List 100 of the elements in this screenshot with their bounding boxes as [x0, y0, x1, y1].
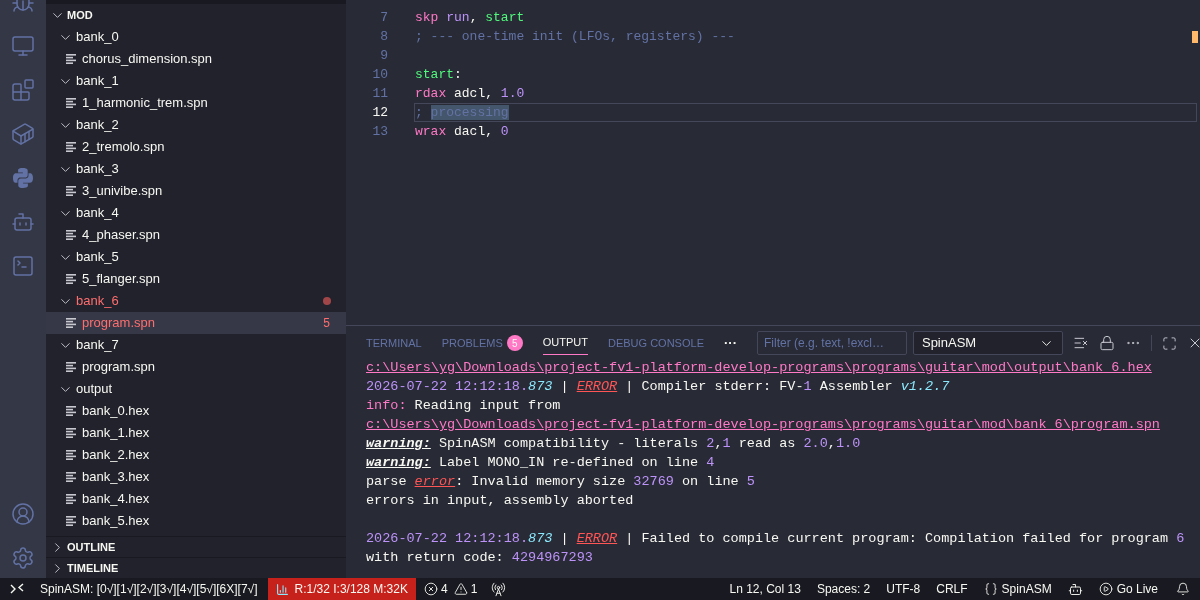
file-lines-icon — [66, 516, 77, 526]
folder-row[interactable]: bank_2 — [46, 114, 346, 136]
folder-row[interactable]: bank_4 — [46, 202, 346, 224]
warning-count: 1 — [470, 581, 478, 598]
build-status[interactable]: SpinASM: [0√][1√][2√][3√][4√][5√][6X][7√] — [34, 580, 264, 598]
file-lines-icon — [66, 318, 77, 328]
code-line: skp run, start — [415, 8, 525, 27]
output-line: c:\Users\yg\Downloads\project-fv1-platform-develop-programs\programs\guitar\mod\output\bank_6.hex — [366, 359, 1152, 377]
line-number: 8 — [379, 27, 388, 46]
file-lines-icon — [66, 230, 77, 240]
file-row[interactable]: bank_4.hex — [46, 488, 346, 510]
file-lines-icon — [66, 362, 77, 372]
account-icon[interactable] — [11, 502, 35, 526]
panel-tab[interactable]: OUTPUT — [542, 331, 588, 355]
collapsed-section[interactable]: OUTLINE — [46, 536, 346, 557]
output-line: c:\Users\yg\Downloads\project-fv1-platform-develop-programs\programs\guitar\mod\bank_6\program.spn — [366, 416, 1160, 434]
indentation[interactable]: Spaces: 2 — [808, 580, 879, 598]
file-row[interactable]: program.spn — [46, 356, 346, 378]
folder-row[interactable]: bank_7 — [46, 334, 346, 356]
file-lines-icon — [66, 142, 77, 152]
blocks-icon[interactable] — [11, 78, 35, 102]
output-line: 2026-07-22 12:12:18.873 | ERROR | Compiler stderr: FV-1 Assembler v1.2.7 — [366, 378, 950, 396]
folder-row[interactable]: bank_1 — [46, 70, 346, 92]
file-row[interactable]: 5_flanger.spn — [46, 268, 346, 290]
section-title: OUTLINE — [67, 539, 116, 555]
file-row[interactable]: bank_2.hex — [46, 444, 346, 466]
terminal-icon[interactable] — [11, 254, 35, 278]
problems-button[interactable]: 4 1 — [415, 578, 486, 600]
robot-icon[interactable] — [1067, 581, 1083, 597]
file-row[interactable]: bank_3.hex — [46, 466, 346, 488]
line-number: 7 — [379, 8, 388, 27]
filter-field[interactable]: Filter (e.g. text, !excl… — [756, 331, 907, 355]
line-number: 12 — [371, 103, 388, 122]
bar-chart-icon — [275, 582, 289, 596]
bell-icon[interactable] — [1176, 582, 1190, 596]
file-row[interactable]: bank_0.hex — [46, 400, 346, 422]
line-number: 13 — [371, 122, 388, 141]
output-line: parse error: Invalid memory size 32769 on line 5 — [366, 473, 755, 491]
maximize-icon[interactable] — [1161, 335, 1177, 351]
go-live-button[interactable]: Go Live — [1090, 580, 1166, 598]
line-number: 10 — [371, 65, 388, 84]
encoding[interactable]: UTF-8 — [878, 580, 929, 598]
line-number: 11 — [371, 84, 388, 103]
resource-usage[interactable]: R:1/32 I:3/128 M:32K — [267, 578, 416, 600]
braces-icon — [983, 582, 998, 596]
error-icon — [423, 582, 438, 596]
file-row[interactable]: 4_phaser.spn — [46, 224, 346, 246]
file-row[interactable]: bank_1.hex — [46, 422, 346, 444]
settings-icon[interactable] — [11, 546, 35, 570]
section-title: MOD — [67, 7, 93, 23]
line-ending[interactable]: CRLF — [928, 580, 976, 598]
folder-row[interactable]: output — [46, 378, 346, 400]
section-title: TIMELINE — [67, 560, 119, 576]
code-line: rdax adcl, 1.0 — [415, 84, 525, 103]
file-row[interactable]: 2_tremolo.spn — [46, 136, 346, 158]
section-header[interactable]: MOD — [46, 4, 346, 26]
file-lines-icon — [66, 98, 77, 108]
file-lines-icon — [66, 494, 77, 504]
channel-select[interactable]: SpinASM — [912, 331, 1063, 355]
folder-row[interactable]: bank_0 — [46, 26, 346, 48]
output-line: warning: SpinASM compatibility - literals 2,1 read as 2.0,1.0 — [366, 435, 861, 453]
output-line: errors in input, assembly aborted — [366, 492, 634, 510]
file-lines-icon — [66, 472, 77, 482]
file-row[interactable]: 1_harmonic_trem.spn — [46, 92, 346, 114]
output-line: warning: Label MONO_IN re-defined on line 4 — [366, 454, 715, 472]
overview-ruler-marker — [1192, 31, 1198, 43]
lock-icon[interactable] — [1098, 335, 1115, 351]
file-lines-icon — [66, 406, 77, 416]
error-count: 4 — [440, 581, 448, 598]
cursor-position[interactable]: Ln 12, Col 13 — [721, 580, 809, 598]
file-lines-icon — [66, 450, 77, 460]
file-lines-icon — [66, 428, 77, 438]
code-line: wrax dacl, 0 — [415, 122, 509, 141]
count-badge: 5 — [506, 335, 523, 351]
folder-row[interactable]: bank_6 — [46, 290, 346, 312]
monitor-icon[interactable] — [11, 34, 35, 58]
file-lines-icon — [66, 54, 77, 64]
file-row[interactable]: program.spn 5 — [46, 312, 346, 334]
output-line: info: Reading input from — [366, 397, 561, 415]
file-row[interactable]: chorus_dimension.spn — [46, 48, 346, 70]
warning-icon — [453, 582, 468, 596]
container-icon[interactable] — [11, 122, 35, 146]
folder-row[interactable]: bank_3 — [46, 158, 346, 180]
output-line: 2026-07-22 12:12:18.873 | ERROR | Failed to compile current program: Compilation failed for program 6 — [366, 530, 1185, 548]
clear-output-icon[interactable] — [1072, 335, 1089, 351]
interlocked-shapes-icon[interactable] — [11, 166, 35, 190]
file-lines-icon — [66, 186, 77, 196]
folder-row[interactable]: bank_5 — [46, 246, 346, 268]
file-lines-icon — [66, 274, 77, 284]
file-row[interactable]: bank_5.hex — [46, 510, 346, 532]
radio-tower-icon[interactable] — [491, 581, 507, 597]
more-tabs-button[interactable]: ··· — [723, 333, 737, 353]
line-number: 9 — [379, 46, 388, 65]
output-line: with return code: 4294967293 — [366, 549, 593, 567]
play-icon — [1098, 582, 1113, 596]
language-mode[interactable]: SpinASM — [975, 580, 1060, 598]
problem-count: 5 — [323, 315, 330, 332]
code-line: ; --- one-time init (LFOs, registers) --- — [415, 27, 735, 46]
code-line: start: — [415, 65, 462, 84]
file-row[interactable]: 3_univibe.spn — [46, 180, 346, 202]
